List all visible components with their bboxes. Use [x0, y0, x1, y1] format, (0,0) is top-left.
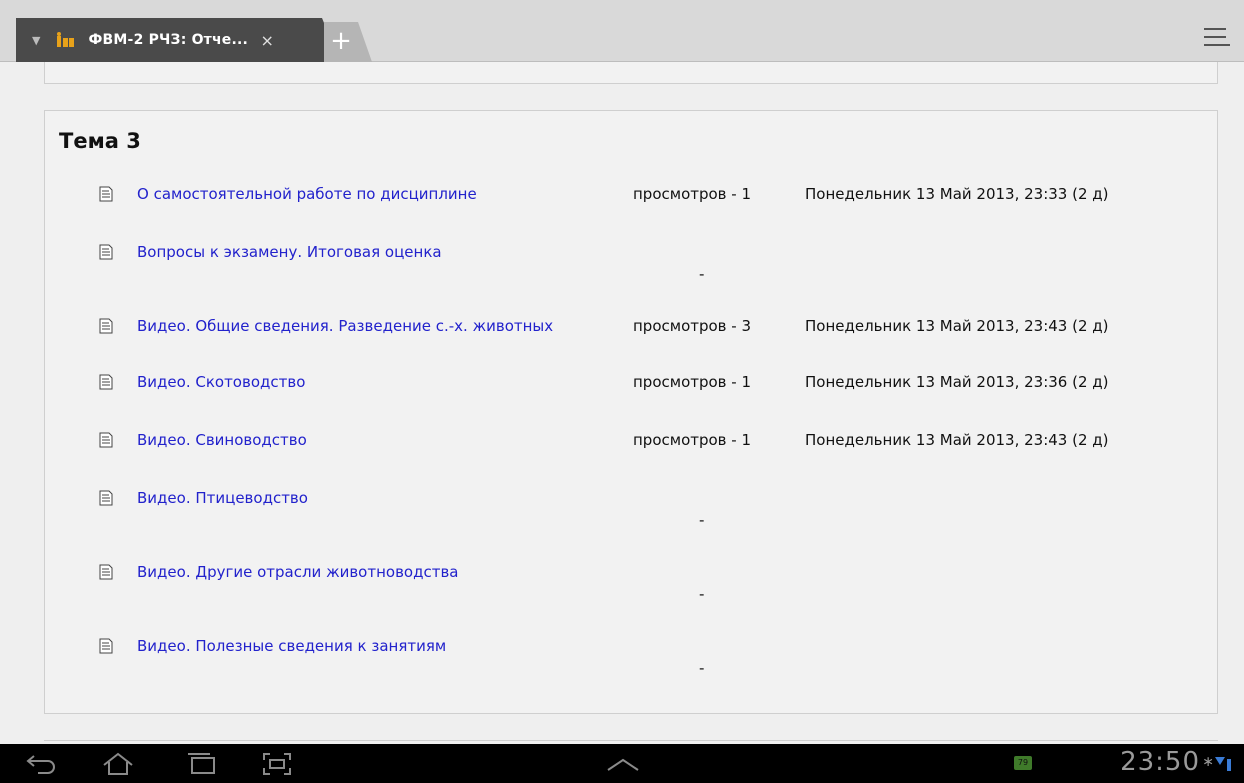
browser-tab-bar: ▼ ФВМ-2 РЧЗ: Отче... × + [0, 0, 1244, 62]
resource-link[interactable]: Видео. Общие сведения. Разведение с.-х. … [137, 315, 557, 337]
views-count: просмотров - 3 [633, 317, 752, 335]
site-favicon-icon [56, 31, 76, 49]
views-dash: - [699, 511, 705, 529]
back-icon[interactable] [24, 752, 58, 774]
section-heading: Тема 3 [59, 129, 141, 153]
bluetooth-icon: ∗ [1202, 754, 1214, 770]
clock[interactable]: 23:50 [1120, 747, 1200, 777]
wifi-icon [1215, 757, 1231, 771]
document-icon [99, 318, 113, 334]
document-icon [99, 244, 113, 260]
tab-close-icon[interactable]: × [260, 31, 273, 50]
new-tab-button[interactable]: + [324, 22, 372, 62]
home-icon[interactable] [100, 752, 136, 776]
views-dash: - [699, 265, 705, 283]
list-item: Видео. Общие сведения. Разведение с.-х. … [45, 315, 1219, 365]
list-item: Видео. Скотоводство просмотров - 1 Понед… [45, 371, 1219, 421]
last-access-date: Понедельник 13 Май 2013, 23:33 (2 д) [805, 185, 1109, 203]
document-icon [99, 374, 113, 390]
list-item: Вопросы к экзамену. Итоговая оценка - [45, 241, 1219, 291]
tab-dropdown-icon[interactable]: ▼ [32, 34, 40, 47]
resource-link[interactable]: Видео. Свиноводство [137, 429, 577, 451]
last-access-date: Понедельник 13 Май 2013, 23:43 (2 д) [805, 431, 1109, 449]
notification-badge-icon[interactable]: 79 [1014, 756, 1032, 770]
last-access-date: Понедельник 13 Май 2013, 23:36 (2 д) [805, 373, 1109, 391]
views-dash: - [699, 585, 705, 603]
list-item: Видео. Полезные сведения к занятиям - [45, 635, 1219, 685]
document-icon [99, 564, 113, 580]
list-item: О самостоятельной работе по дисциплине п… [45, 183, 1219, 233]
topic-section: Тема 3 О самостоятельной работе по дисци… [44, 110, 1218, 714]
resource-link[interactable]: Видео. Другие отрасли животноводства [137, 561, 577, 583]
resource-link[interactable]: О самостоятельной работе по дисциплине [137, 183, 577, 205]
last-access-date: Понедельник 13 Май 2013, 23:43 (2 д) [805, 317, 1109, 335]
views-count: просмотров - 1 [633, 373, 752, 391]
chevron-up-icon[interactable] [606, 758, 640, 772]
previous-section-box [44, 62, 1218, 84]
browser-menu-icon[interactable] [1204, 28, 1232, 52]
tab-title: ФВМ-2 РЧЗ: Отче... [88, 32, 249, 48]
system-navigation-bar: 79 23:50 ∗ [0, 744, 1244, 783]
resource-link[interactable]: Видео. Птицеводство [137, 487, 577, 509]
resource-link[interactable]: Вопросы к экзамену. Итоговая оценка [137, 241, 577, 263]
browser-tab-active[interactable]: ▼ ФВМ-2 РЧЗ: Отче... × [16, 18, 340, 62]
views-count: просмотров - 1 [633, 185, 752, 203]
document-icon [99, 432, 113, 448]
document-icon [99, 186, 113, 202]
recent-apps-icon[interactable] [186, 752, 218, 776]
views-count: просмотров - 1 [633, 431, 752, 449]
views-dash: - [699, 659, 705, 677]
resource-link[interactable]: Видео. Скотоводство [137, 371, 577, 393]
document-icon [99, 638, 113, 654]
list-item: Видео. Другие отрасли животноводства - [45, 561, 1219, 611]
screenshot-icon[interactable] [262, 752, 292, 776]
list-item: Видео. Птицеводство - [45, 487, 1219, 537]
resource-link[interactable]: Видео. Полезные сведения к занятиям [137, 635, 577, 657]
list-item: Видео. Свиноводство просмотров - 1 Понед… [45, 429, 1219, 479]
document-icon [99, 490, 113, 506]
